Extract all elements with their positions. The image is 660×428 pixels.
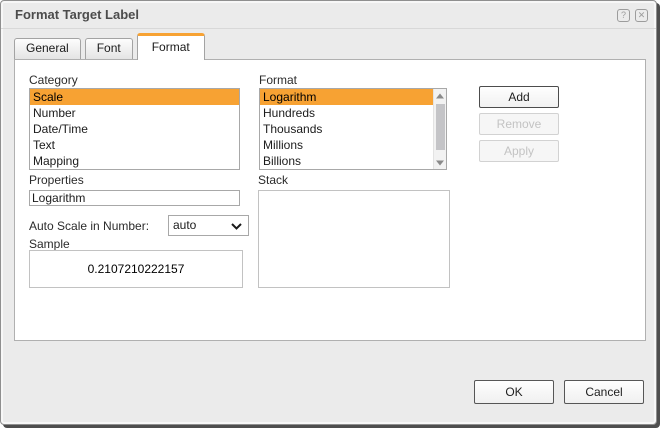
- category-option-scale[interactable]: Scale: [30, 89, 239, 105]
- category-option-number[interactable]: Number: [30, 105, 239, 121]
- format-target-label-dialog: Format Target Label ? ✕ General Font For…: [0, 0, 657, 425]
- properties-label: Properties: [29, 173, 84, 187]
- auto-scale-select[interactable]: auto: [168, 215, 249, 236]
- remove-button[interactable]: Remove: [479, 113, 559, 135]
- format-listbox: Logarithm Hundreds Thousands Millions Bi…: [259, 88, 447, 170]
- triangle-down-icon: [436, 160, 444, 165]
- sample-value: 0.2107210222157: [88, 262, 185, 276]
- tab-general[interactable]: General: [14, 38, 81, 59]
- help-icon[interactable]: ?: [617, 9, 630, 22]
- category-option-datetime[interactable]: Date/Time: [30, 121, 239, 137]
- category-option-text[interactable]: Text: [30, 137, 239, 153]
- scroll-down-icon[interactable]: [434, 156, 447, 169]
- properties-input[interactable]: [29, 190, 240, 206]
- scroll-up-icon[interactable]: [434, 89, 447, 102]
- format-tab-panel: Category Scale Number Date/Time Text Map…: [14, 59, 646, 341]
- format-option-hundreds[interactable]: Hundreds: [260, 105, 433, 121]
- tab-font[interactable]: Font: [85, 38, 133, 59]
- cancel-button[interactable]: Cancel: [564, 380, 644, 404]
- format-option-logarithm[interactable]: Logarithm: [260, 89, 433, 105]
- stack-label: Stack: [258, 173, 288, 187]
- scrollbar-track[interactable]: [434, 102, 447, 156]
- format-label: Format: [259, 73, 297, 87]
- sample-value-box: 0.2107210222157: [29, 250, 243, 288]
- stack-listbox[interactable]: [258, 190, 450, 288]
- ok-button[interactable]: OK: [474, 380, 554, 404]
- format-list-scrollbar[interactable]: [433, 89, 446, 169]
- auto-scale-value: auto: [173, 218, 196, 232]
- chevron-down-icon: [231, 223, 242, 230]
- category-option-mapping[interactable]: Mapping: [30, 153, 239, 169]
- category-label: Category: [29, 73, 78, 87]
- format-option-millions[interactable]: Millions: [260, 137, 433, 153]
- tab-strip: General Font Format: [14, 33, 209, 60]
- tab-format[interactable]: Format: [137, 33, 205, 60]
- sample-label: Sample: [29, 237, 70, 251]
- close-icon[interactable]: ✕: [635, 9, 648, 22]
- title-bar: Format Target Label ? ✕: [1, 1, 656, 29]
- apply-button[interactable]: Apply: [479, 140, 559, 162]
- page-title: Format Target Label: [15, 1, 139, 29]
- footer-button-row: OK Cancel: [474, 380, 644, 404]
- scrollbar-thumb[interactable]: [436, 104, 445, 150]
- format-option-billions[interactable]: Billions: [260, 153, 433, 169]
- add-button[interactable]: Add: [479, 86, 559, 108]
- category-listbox: Scale Number Date/Time Text Mapping: [29, 88, 240, 170]
- format-option-thousands[interactable]: Thousands: [260, 121, 433, 137]
- auto-scale-label: Auto Scale in Number:: [29, 219, 149, 233]
- triangle-up-icon: [436, 93, 444, 98]
